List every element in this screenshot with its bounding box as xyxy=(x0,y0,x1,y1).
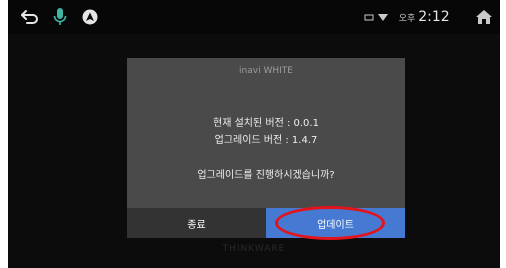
update-button[interactable]: 업데이트 xyxy=(266,208,405,238)
brand-watermark: THINKWARE xyxy=(222,244,286,254)
ampm-label: 오후 xyxy=(398,13,416,24)
status-bar: 오후 2:12 xyxy=(8,0,500,34)
current-version-text: 현재 설치된 버전 : 0.0.1 xyxy=(213,118,319,129)
photo-frame: 오후 2:12 inavi WHITE 현재 설치된 버전 : 0.0.1 업그… xyxy=(0,0,506,268)
dialog-title: inavi WHITE xyxy=(239,66,293,76)
upgrade-version-text: 업그레이드 버전 : 1.4.7 xyxy=(214,135,318,146)
home-icon[interactable] xyxy=(475,7,493,27)
assistant-icon[interactable] xyxy=(82,7,98,27)
signal-wifi-icon xyxy=(363,7,391,27)
clock-time: 2:12 xyxy=(418,9,450,25)
car-display-screen: 오후 2:12 inavi WHITE 현재 설치된 버전 : 0.0.1 업그… xyxy=(8,0,500,268)
update-dialog: inavi WHITE 현재 설치된 버전 : 0.0.1 업그레이드 버전 :… xyxy=(127,58,405,240)
microphone-icon[interactable] xyxy=(52,7,68,27)
upgrade-question-text: 업그레이드를 진행하시겠습니까? xyxy=(197,170,335,181)
cancel-button[interactable]: 종료 xyxy=(127,208,266,238)
back-arrow-icon[interactable] xyxy=(20,7,40,27)
